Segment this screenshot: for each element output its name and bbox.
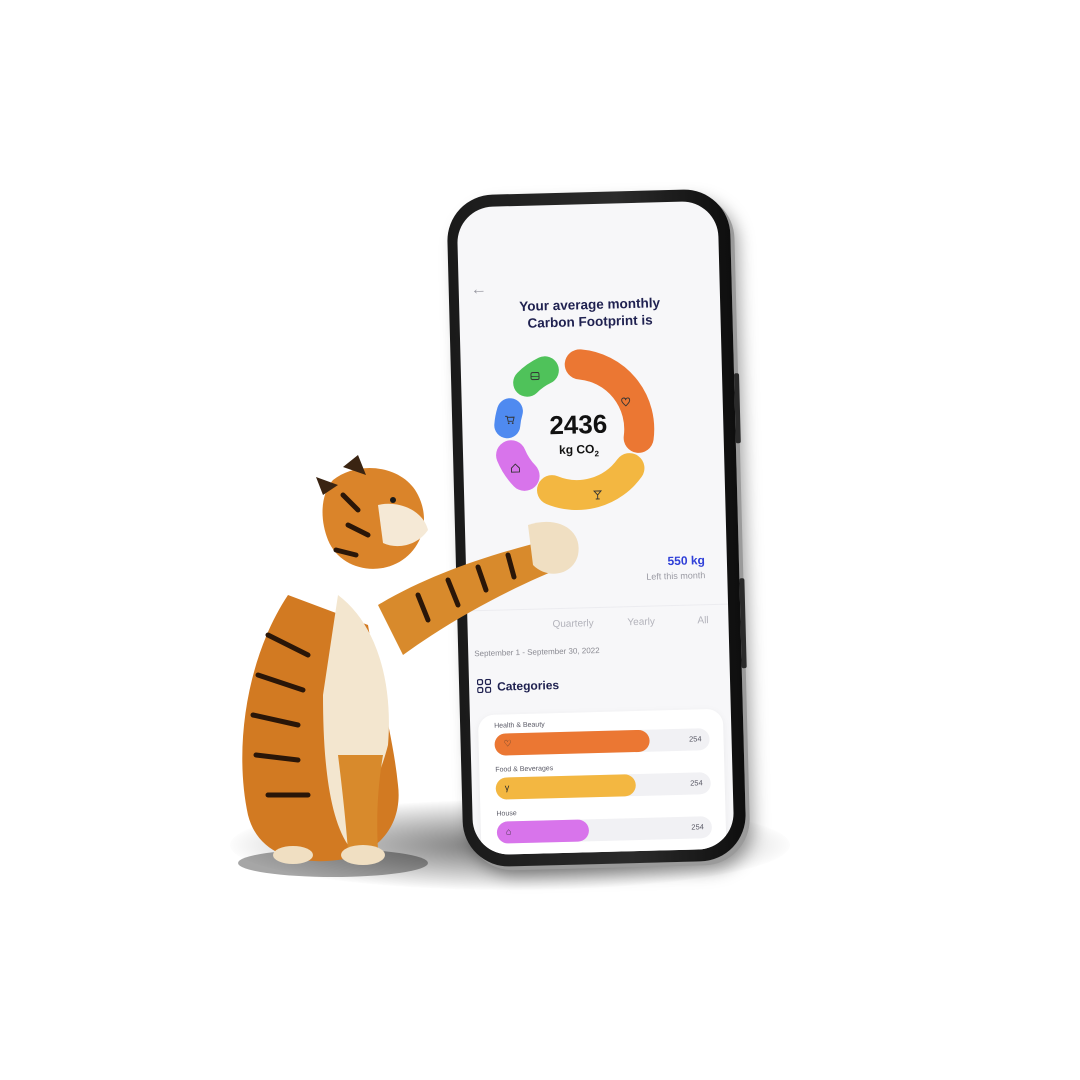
page-title: Your average monthly Carbon Footprint is (459, 293, 721, 334)
side-button (733, 373, 741, 444)
category-value: 254 (688, 734, 702, 744)
category-value: 254 (691, 822, 704, 832)
tab-all[interactable]: All (697, 615, 708, 626)
total-value: 2436 (548, 408, 608, 441)
tiger-illustration (238, 455, 579, 877)
side-button (739, 578, 747, 669)
category-value: 254 (690, 778, 703, 788)
remaining-value: 550 kg (667, 553, 706, 569)
remaining-budget: 550 kg Left this month (646, 553, 706, 582)
back-arrow-icon[interactable]: ← (470, 281, 486, 299)
remaining-caption: Left this month (646, 570, 706, 582)
tab-yearly[interactable]: Yearly (627, 617, 655, 629)
total-footprint: 2436 kg CO2 (522, 408, 635, 460)
